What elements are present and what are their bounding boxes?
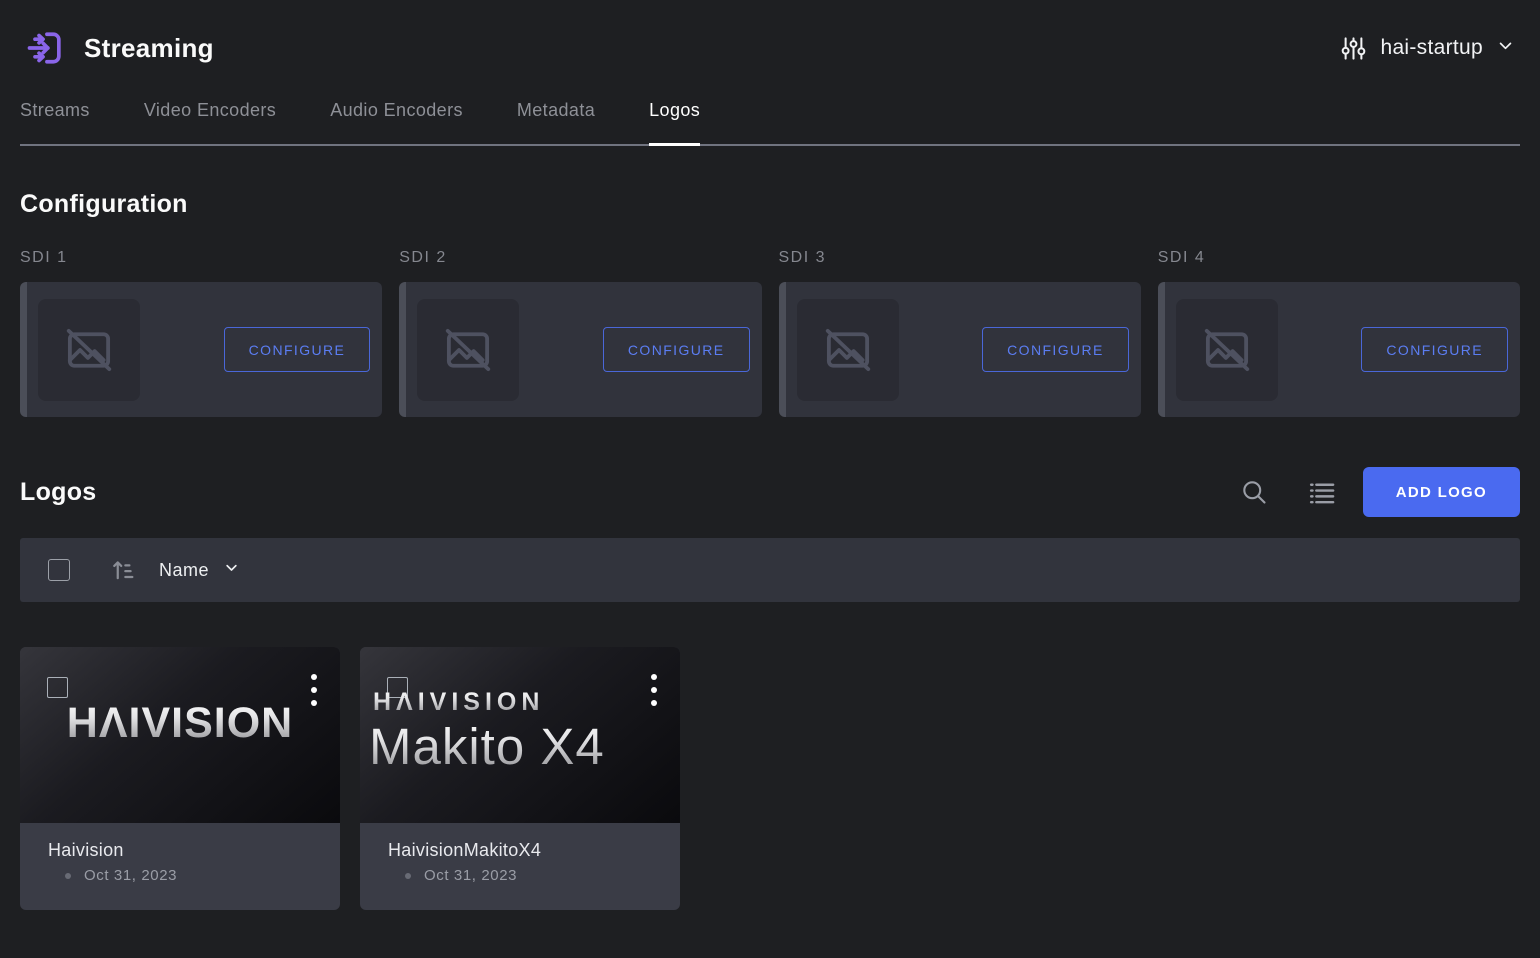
logo-name: Haivision — [48, 840, 340, 861]
logo-name: HaivisionMakitoX4 — [388, 840, 680, 861]
sort-ascending-icon — [109, 556, 137, 584]
logo-meta: Oct 31, 2023 — [65, 867, 340, 884]
account-name: hai-startup — [1380, 36, 1483, 60]
search-icon — [1240, 478, 1268, 506]
kebab-dot — [311, 674, 317, 680]
streaming-arrows-icon — [24, 26, 68, 70]
image-off-icon — [62, 323, 116, 377]
logo-thumbnail-placeholder — [417, 299, 519, 401]
logo-date: Oct 31, 2023 — [84, 867, 177, 884]
logo-card-footer: Haivision Oct 31, 2023 — [20, 823, 340, 884]
bullet-dot — [405, 873, 411, 879]
logo-wordmark: HΛIVISION — [20, 699, 340, 748]
logo-select-checkbox[interactable] — [47, 677, 68, 698]
tab-bar: Streams Video Encoders Audio Encoders Me… — [20, 100, 1520, 146]
logo-thumbnail-placeholder — [797, 299, 899, 401]
kebab-dot — [651, 700, 657, 706]
list-view-button[interactable] — [1306, 477, 1337, 508]
sort-field-label[interactable]: Name — [159, 560, 209, 581]
sdi-card: CONFIGURE — [399, 282, 761, 417]
page-title: Streaming — [84, 33, 214, 64]
tab-video-encoders[interactable]: Video Encoders — [144, 100, 276, 144]
configure-button[interactable]: CONFIGURE — [603, 327, 750, 372]
select-all-checkbox[interactable] — [48, 559, 70, 581]
sdi-card: CONFIGURE — [20, 282, 382, 417]
sdi-slot-label: SDI 4 — [1158, 249, 1520, 267]
logos-section-header: Logos ADD LOGO — [20, 467, 1520, 517]
sdi-slot-label: SDI 1 — [20, 249, 382, 267]
sdi-slot-1: SDI 1 CONFIGURE — [20, 249, 382, 417]
add-logo-button[interactable]: ADD LOGO — [1363, 467, 1520, 517]
app-header: Streaming hai-startup — [0, 0, 1540, 96]
kebab-dot — [311, 687, 317, 693]
image-off-icon — [441, 323, 495, 377]
tab-logos[interactable]: Logos — [649, 100, 700, 144]
sliders-icon — [1340, 35, 1367, 62]
sdi-card: CONFIGURE — [1158, 282, 1520, 417]
sdi-slot-4: SDI 4 CONFIGURE — [1158, 249, 1520, 417]
sdi-slot-grid: SDI 1 CONFIGURE SDI 2 CONFIGURE — [20, 249, 1520, 417]
sort-direction-button[interactable] — [109, 556, 137, 584]
sdi-slot-2: SDI 2 CONFIGURE — [399, 249, 761, 417]
logos-sort-toolbar: Name — [20, 538, 1520, 602]
configure-button[interactable]: CONFIGURE — [982, 327, 1129, 372]
logo-card-grid: HΛIVISION Haivision Oct 31, 2023 HΛIVISI… — [20, 647, 1520, 910]
logo-thumbnail-placeholder — [38, 299, 140, 401]
logo-card-haivision-makito-x4[interactable]: HΛIVISION Makito X4 HaivisionMakitoX4 Oc… — [360, 647, 680, 910]
image-off-icon — [1200, 323, 1254, 377]
kebab-menu-button[interactable] — [645, 672, 663, 708]
logo-wordmark: Makito X4 — [369, 717, 605, 776]
logos-heading: Logos — [20, 478, 97, 507]
logos-actions: ADD LOGO — [1240, 467, 1520, 517]
logo-date: Oct 31, 2023 — [424, 867, 517, 884]
search-button[interactable] — [1240, 478, 1268, 506]
account-switcher[interactable]: hai-startup — [1340, 35, 1514, 62]
kebab-dot — [651, 674, 657, 680]
logo-preview: HΛIVISION Makito X4 — [360, 647, 680, 823]
tab-audio-encoders[interactable]: Audio Encoders — [330, 100, 463, 144]
sliders-glyph — [1340, 35, 1367, 62]
configure-button[interactable]: CONFIGURE — [1361, 327, 1508, 372]
tab-metadata[interactable]: Metadata — [517, 100, 595, 144]
kebab-dot — [651, 687, 657, 693]
bullet-dot — [65, 873, 71, 879]
sort-field-chevron-icon[interactable] — [224, 560, 239, 580]
chevron-down-glyph — [224, 560, 239, 575]
logo-card-haivision[interactable]: HΛIVISION Haivision Oct 31, 2023 — [20, 647, 340, 910]
logo-preview: HΛIVISION — [20, 647, 340, 823]
chevron-down-icon — [1497, 37, 1514, 59]
configure-button[interactable]: CONFIGURE — [224, 327, 371, 372]
list-view-icon — [1306, 477, 1337, 508]
tab-streams[interactable]: Streams — [20, 100, 90, 144]
sdi-slot-3: SDI 3 CONFIGURE — [779, 249, 1141, 417]
configuration-heading: Configuration — [20, 190, 1520, 219]
logo-card-footer: HaivisionMakitoX4 Oct 31, 2023 — [360, 823, 680, 884]
sdi-card: CONFIGURE — [779, 282, 1141, 417]
streaming-arrows-glyph — [24, 26, 68, 70]
logo-wordmark-small: HΛIVISION — [373, 688, 544, 717]
sdi-slot-label: SDI 3 — [779, 249, 1141, 267]
sdi-slot-label: SDI 2 — [399, 249, 761, 267]
logo-meta: Oct 31, 2023 — [405, 867, 680, 884]
chevron-down-glyph — [1497, 37, 1514, 54]
logo-thumbnail-placeholder — [1176, 299, 1278, 401]
image-off-icon — [821, 323, 875, 377]
